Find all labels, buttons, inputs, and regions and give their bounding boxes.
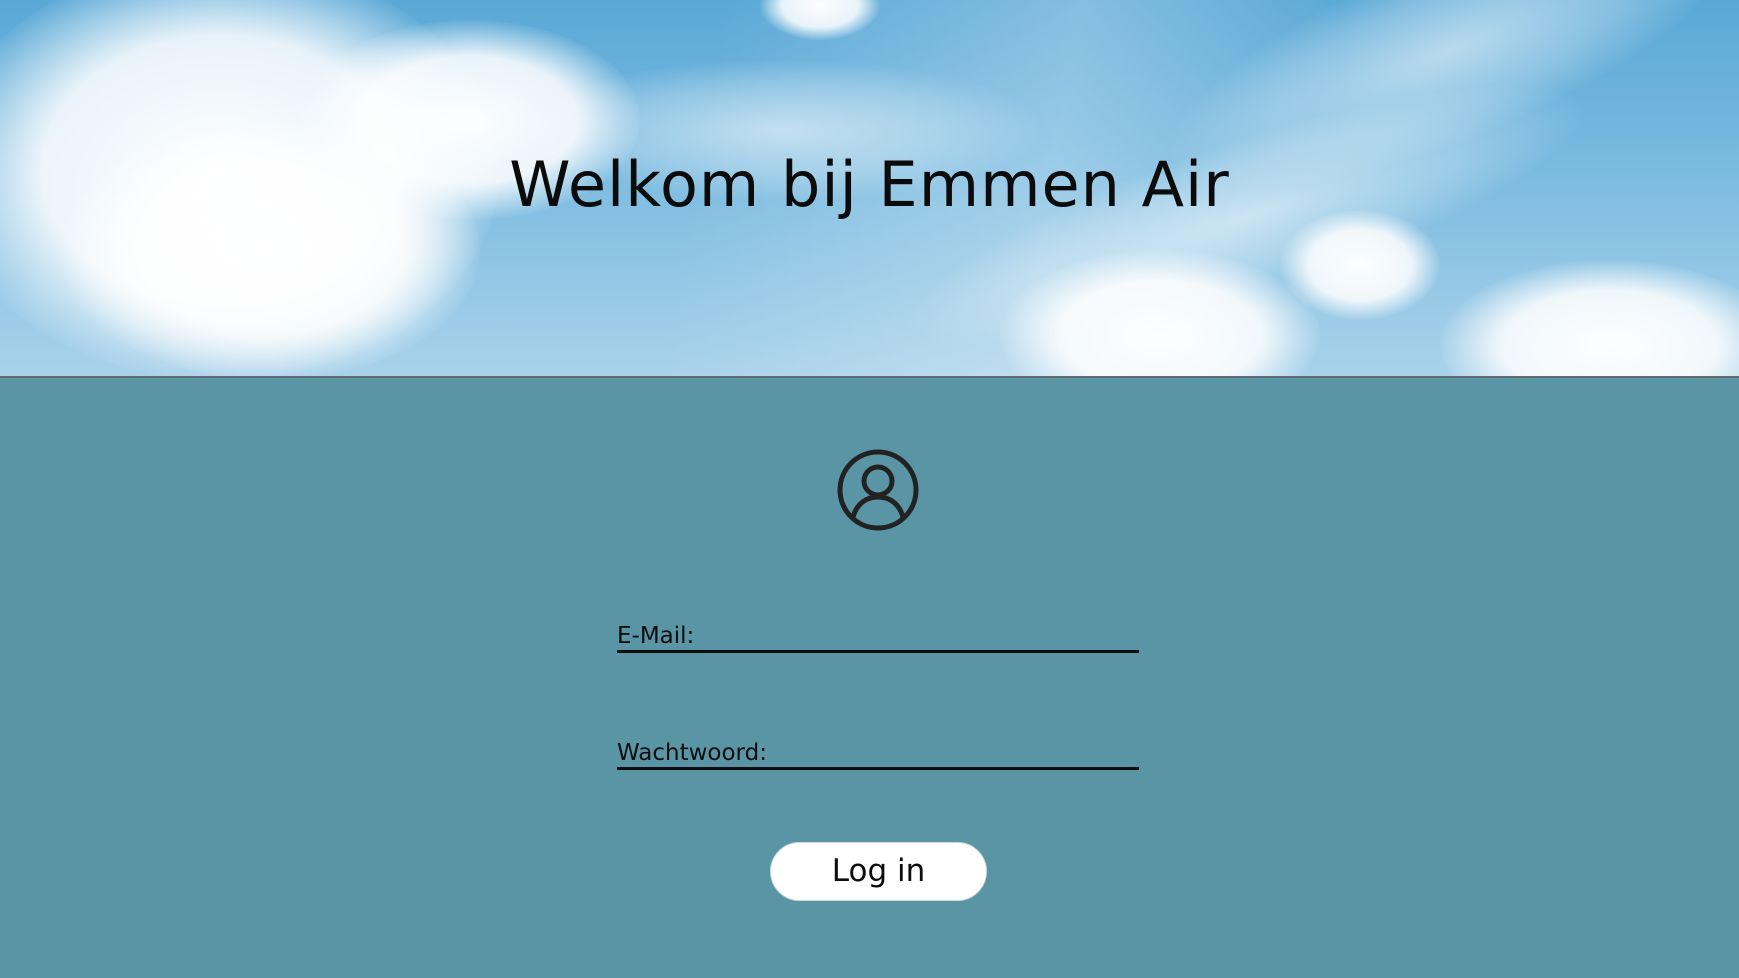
login-button[interactable]: Log in (770, 842, 987, 901)
user-circle-icon (837, 449, 919, 531)
page-title: Welkom bij Emmen Air (509, 148, 1230, 221)
email-field: E-Mail: (617, 616, 1139, 653)
cloud-shape (760, 0, 880, 40)
password-field: Wachtwoord: (617, 733, 1139, 770)
email-label: E-Mail: (617, 623, 695, 649)
sky-header-image: Welkom bij Emmen Air (0, 0, 1739, 378)
cloud-shape (1280, 210, 1440, 320)
cloud-shape (1440, 260, 1739, 376)
password-label: Wachtwoord: (617, 740, 767, 766)
login-panel: E-Mail: Wachtwoord: Log in (0, 378, 1739, 978)
password-input[interactable] (766, 737, 1139, 767)
login-page: Welkom bij Emmen Air E-Mail: Wachtwoord:… (0, 0, 1739, 978)
email-input[interactable] (694, 620, 1139, 650)
